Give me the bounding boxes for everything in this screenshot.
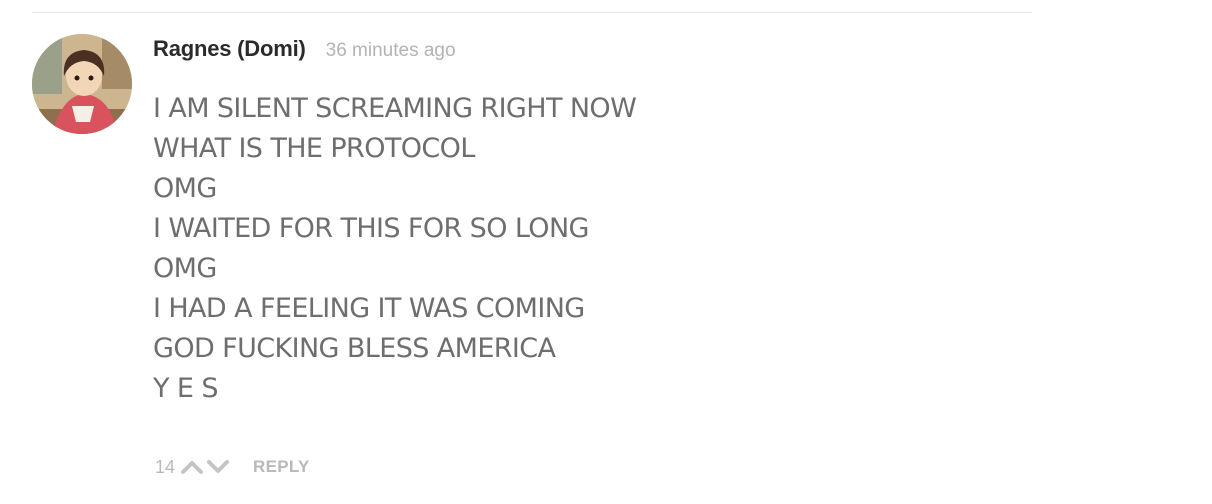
comment-line: Y E S	[153, 373, 218, 404]
avatar-image	[32, 34, 132, 134]
chevron-up-icon	[181, 461, 204, 474]
upvote-button[interactable]	[179, 457, 205, 477]
comment-actions: 14 REPLY	[155, 455, 310, 479]
comment-line: WHAT IS THE PROTOCOL	[153, 133, 475, 164]
comment-line: OMG	[153, 253, 217, 284]
downvote-button[interactable]	[205, 457, 231, 477]
comment-line: GOD FUCKING BLESS AMERICA	[153, 333, 556, 364]
author-name[interactable]: Ragnes (Domi)	[153, 36, 306, 62]
comment-body: I AM SILENT SCREAMING RIGHT NOW WHAT IS …	[153, 89, 637, 409]
comment-line: I WAITED FOR THIS FOR SO LONG	[153, 213, 589, 244]
comment-line: OMG	[153, 173, 217, 204]
top-divider	[32, 12, 1032, 13]
reply-button[interactable]: REPLY	[253, 457, 310, 477]
chevron-down-icon	[207, 460, 230, 473]
vote-count: 14	[155, 456, 176, 477]
comment-line: I AM SILENT SCREAMING RIGHT NOW	[153, 93, 637, 124]
avatar[interactable]	[32, 34, 132, 134]
comment-line: I HAD A FEELING IT WAS COMING	[153, 293, 585, 324]
comment-header: Ragnes (Domi) 36 minutes ago	[153, 36, 456, 66]
timestamp[interactable]: 36 minutes ago	[326, 40, 456, 62]
